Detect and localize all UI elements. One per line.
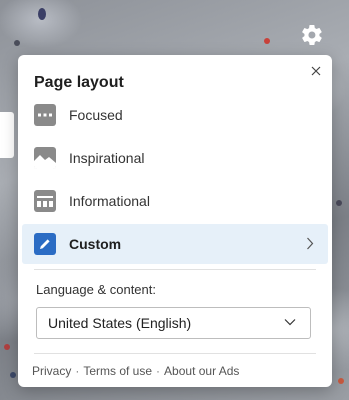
option-label: Informational bbox=[69, 193, 150, 209]
divider bbox=[34, 269, 316, 270]
layout-option-custom[interactable]: Custom bbox=[22, 224, 328, 264]
pencil-icon bbox=[34, 233, 56, 255]
option-label: Custom bbox=[69, 236, 122, 252]
close-button[interactable] bbox=[308, 63, 324, 79]
terms-link[interactable]: Terms of use bbox=[83, 364, 152, 378]
inspirational-layout-icon bbox=[34, 147, 56, 169]
panel-title: Page layout bbox=[34, 74, 124, 91]
settings-button[interactable] bbox=[299, 22, 325, 48]
language-value: United States (English) bbox=[48, 315, 192, 331]
chevron-down-icon bbox=[284, 319, 296, 326]
background-widget-edge bbox=[0, 112, 14, 158]
option-label: Focused bbox=[69, 107, 123, 123]
chevron-right-icon bbox=[307, 237, 314, 250]
separator: · bbox=[156, 364, 161, 378]
language-label: Language & content: bbox=[36, 282, 156, 297]
layout-option-focused[interactable]: Focused bbox=[22, 95, 328, 135]
gear-icon bbox=[302, 24, 322, 46]
divider bbox=[34, 353, 316, 354]
focused-layout-icon bbox=[34, 104, 56, 126]
layout-option-inspirational[interactable]: Inspirational bbox=[22, 138, 328, 178]
footer-links: Privacy · Terms of use · About our Ads bbox=[32, 364, 239, 378]
layout-option-informational[interactable]: Informational bbox=[22, 181, 328, 221]
separator: · bbox=[75, 364, 80, 378]
about-ads-link[interactable]: About our Ads bbox=[164, 364, 239, 378]
option-label: Inspirational bbox=[69, 150, 145, 166]
page-layout-panel: Page layout Focused Inspirational Inform… bbox=[18, 55, 332, 387]
close-icon bbox=[311, 66, 321, 76]
privacy-link[interactable]: Privacy bbox=[32, 364, 71, 378]
informational-layout-icon bbox=[34, 190, 56, 212]
language-dropdown[interactable]: United States (English) bbox=[36, 307, 311, 339]
